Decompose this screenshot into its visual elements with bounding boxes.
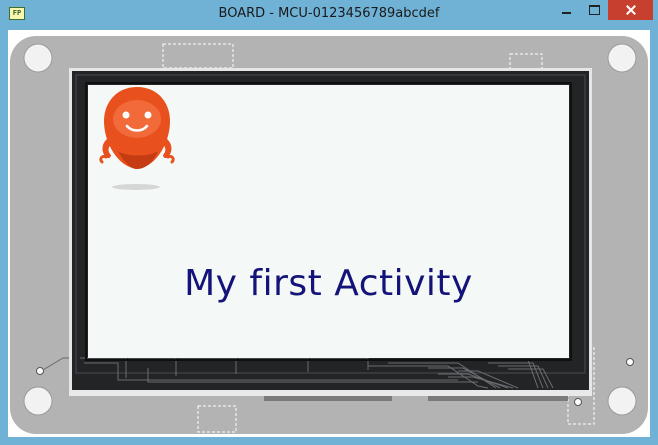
close-button[interactable] (608, 0, 653, 20)
maximize-button[interactable] (581, 0, 608, 20)
pad-right (626, 358, 634, 366)
strip-right (428, 396, 568, 401)
mount-hole-bottom-left (23, 386, 53, 416)
minimize-button[interactable] (553, 0, 580, 20)
strip-left (264, 396, 392, 401)
device-screen[interactable]: My first Activity (88, 85, 569, 358)
device-board: My first Activity (8, 30, 650, 437)
module-bottom-edge (69, 390, 592, 396)
mount-hole-top-left (23, 43, 53, 73)
pad-bottom (574, 398, 582, 406)
mount-hole-top-right (607, 43, 637, 73)
client-area: My first Activity (8, 30, 650, 437)
mount-hole-bottom-right (607, 386, 637, 416)
pad-left (36, 367, 44, 375)
robot-mascot-icon (99, 87, 175, 190)
activity-text: My first Activity (184, 263, 473, 304)
title-bar[interactable]: FP BOARD - MCU-0123456789abcdef (0, 0, 658, 28)
emulator-window: FP BOARD - MCU-0123456789abcdef My first… (0, 0, 658, 445)
